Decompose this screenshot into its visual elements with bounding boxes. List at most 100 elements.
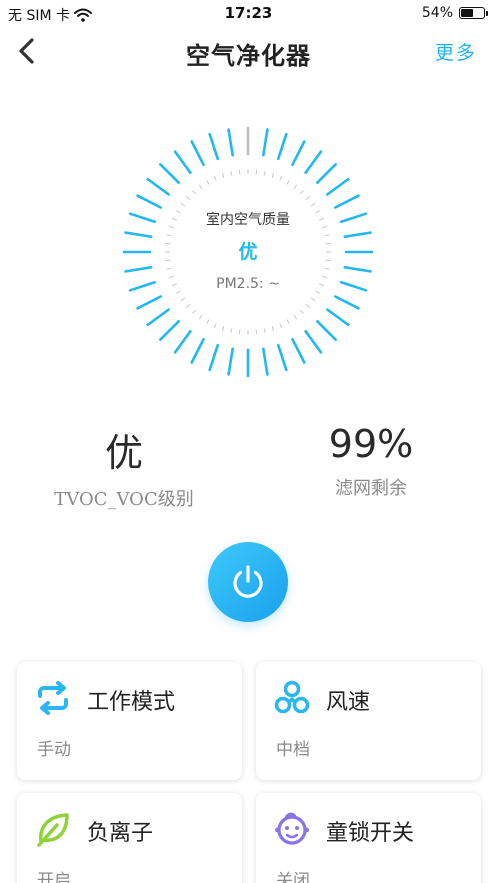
gauge-inner-tick xyxy=(255,329,258,335)
gauge-inner-tick xyxy=(293,314,298,320)
more-button[interactable]: 更多 xyxy=(435,38,477,65)
battery-percent: 54% xyxy=(421,5,453,21)
filter-value: 99% xyxy=(328,422,414,466)
gauge-inner-tick xyxy=(305,303,311,308)
power-button[interactable] xyxy=(208,542,288,622)
tvoc-stat: 优 TVOC_VOC级别 xyxy=(14,422,234,511)
gauge-inner-tick xyxy=(324,267,330,270)
status-bar: 无 SIM 卡 17:23 54% xyxy=(0,0,497,26)
gauge-inner-tick xyxy=(293,184,298,190)
gauge-inner-tick xyxy=(185,303,191,308)
mode-swap-icon xyxy=(38,681,68,715)
gauge-inner-tick xyxy=(213,323,217,329)
gauge-inner-tick xyxy=(166,267,172,270)
gauge-outer-tick xyxy=(208,132,220,161)
gauge-outer-tick xyxy=(262,347,269,376)
gauge-outer-tick xyxy=(325,308,350,327)
gauge-inner-tick xyxy=(310,297,316,302)
gauge-outer-tick xyxy=(291,140,306,166)
nav-bar: 空气净化器 更多 xyxy=(0,26,497,76)
gauge-inner-tick xyxy=(255,169,258,175)
gauge-inner-tick xyxy=(286,179,290,185)
gauge-outer-tick xyxy=(190,338,205,364)
child-lock-value: 关闭 xyxy=(276,871,310,883)
gauge-inner-tick xyxy=(206,179,210,185)
gauge-value: 优 xyxy=(238,241,258,263)
gauge-inner-tick xyxy=(230,328,233,334)
gauge-inner-tick xyxy=(238,329,241,335)
gauge-outer-tick xyxy=(227,128,234,157)
gauge-outer-tick xyxy=(173,329,192,354)
child-lock-card[interactable]: 童锁开关 关闭 xyxy=(256,793,481,883)
gauge-outer-tick xyxy=(146,308,171,327)
gauge-outer-tick xyxy=(173,150,192,175)
gauge-outer-tick xyxy=(159,163,181,185)
gauge-inner-tick xyxy=(213,175,217,181)
gauge-outer-tick xyxy=(315,319,337,341)
gauge-pm25: PM2.5: ~ xyxy=(216,276,280,292)
gauge-outer-tick xyxy=(304,150,323,175)
power-icon xyxy=(233,565,263,598)
gauge-inner-tick xyxy=(206,319,210,325)
gauge-inner-tick xyxy=(198,314,203,320)
fan-speed-value: 中档 xyxy=(276,740,310,760)
gauge-outer-tick xyxy=(159,319,181,341)
fan-speed-card[interactable]: 风速 中档 xyxy=(256,662,481,780)
gauge-outer-tick xyxy=(124,266,153,273)
anion-title: 负离子 xyxy=(87,821,154,846)
gauge-inner-tick xyxy=(230,170,233,176)
gauge-outer-tick xyxy=(208,343,220,372)
gauge-inner-tick xyxy=(166,234,172,237)
gauge-inner-tick xyxy=(286,319,290,325)
fan-speed-title: 风速 xyxy=(326,690,371,715)
child-face-icon xyxy=(275,812,309,845)
gauge-outer-tick xyxy=(190,140,205,166)
filter-label: 滤网剩余 xyxy=(335,478,407,499)
gauge-outer-tick xyxy=(276,343,288,372)
gauge-inner-tick xyxy=(198,184,203,190)
gauge-inner-tick xyxy=(221,172,225,178)
gauge-outer-tick xyxy=(304,329,323,354)
gauge-inner-tick xyxy=(310,202,316,207)
gauge-outer-tick xyxy=(227,347,234,376)
gauge-outer-tick xyxy=(146,177,171,196)
gauge-inner-tick xyxy=(279,175,283,181)
gauge-inner-tick xyxy=(324,234,330,237)
gauge-outer-tick xyxy=(291,338,306,364)
gauge-outer-tick xyxy=(136,194,162,209)
gauge-outer-tick xyxy=(325,177,350,196)
battery-level-fill xyxy=(461,9,473,17)
leaf-icon xyxy=(37,813,69,847)
battery-group: 54% xyxy=(421,5,488,21)
anion-card[interactable]: 负离子 开启 xyxy=(17,793,242,883)
work-mode-title: 工作模式 xyxy=(87,690,176,715)
gauge-inner-tick xyxy=(305,196,311,201)
gauge-inner-tick xyxy=(221,326,225,332)
page-title: 空气净化器 xyxy=(186,42,311,70)
gauge-label: 室内空气质量 xyxy=(206,212,290,228)
anion-value: 开启 xyxy=(37,871,71,883)
gauge-inner-tick xyxy=(180,297,186,302)
gauge-outer-tick xyxy=(334,295,360,310)
gauge-outer-tick xyxy=(343,266,372,273)
gauge-inner-tick xyxy=(299,309,304,315)
gauge-outer-tick xyxy=(262,128,269,157)
gauge-inner-tick xyxy=(192,189,197,195)
gauge-inner-tick xyxy=(279,323,283,329)
gauge-inner-tick xyxy=(192,309,197,315)
gauge-inner-tick xyxy=(238,169,241,175)
tvoc-label: TVOC_VOC级别 xyxy=(54,489,194,510)
work-mode-value: 手动 xyxy=(37,740,71,760)
gauge-inner-tick xyxy=(271,326,275,332)
gauge-inner-tick xyxy=(185,196,191,201)
gauge-inner-tick xyxy=(263,170,266,176)
gauge-inner-tick xyxy=(271,172,275,178)
gauge-inner-tick xyxy=(263,328,266,334)
work-mode-card[interactable]: 工作模式 手动 xyxy=(17,662,242,780)
fan-icon xyxy=(274,680,310,714)
gauge-inner-tick xyxy=(299,189,304,195)
battery-icon xyxy=(459,7,488,19)
filter-stat: 99% 滤网剩余 xyxy=(261,422,481,500)
gauge-outer-tick xyxy=(334,194,360,209)
gauge-outer-tick xyxy=(136,295,162,310)
